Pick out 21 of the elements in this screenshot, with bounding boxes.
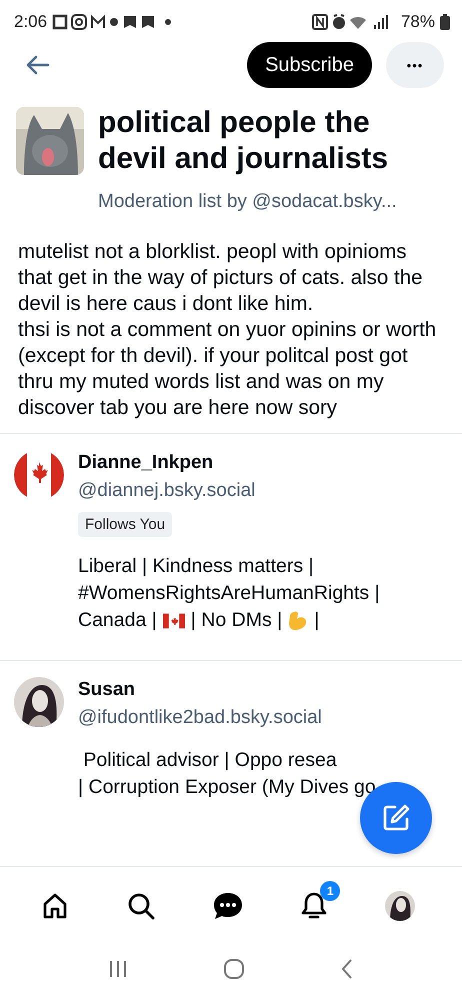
list-description: mutelist not a blorklist. peopl with opinioms that get in the way of picturs of cats. also the devil is here caus i dont like him. thsi is not a comment on yuor opinins or worth (except for th devil). if your politcal post got thru my muted words list and was on my discover tab you are here now sory [17, 239, 438, 421]
notification-badge: 1 [320, 880, 340, 900]
member-bio-text: | [314, 608, 320, 633]
member-bio-text: | No DMs | [190, 608, 282, 633]
member-bio-line: Political advisor | Oppo resea [82, 748, 338, 773]
member-handle: @diannej.bsky.social [78, 479, 256, 503]
member-bio-line: #WomensRightsAreHumanRights | [78, 581, 380, 606]
member-name: Dianne_Inkpen [78, 451, 214, 475]
subscribe-button[interactable]: Subscribe [247, 42, 372, 88]
more-button[interactable]: ••• [386, 42, 444, 88]
list-title: political people the devil and journalists [98, 105, 390, 177]
status-time: 2:06 [14, 12, 48, 32]
member-bio-line: | Corruption Exposer (My Dives go [78, 775, 376, 800]
battery-percent: 78% [400, 12, 435, 32]
nav-bell-tab[interactable]: 1 [288, 880, 340, 924]
follows-you-badge: Follows You [78, 512, 172, 537]
member-bio-line: Liberal | Kindness matters | [78, 554, 315, 579]
member-bio-text: Canada | [78, 608, 157, 633]
member-handle: @ifudontlike2bad.bsky.social [78, 706, 322, 730]
member-name: Susan [78, 678, 136, 702]
list-subtitle: Moderation list by @sodacat.bsky... [98, 191, 398, 213]
